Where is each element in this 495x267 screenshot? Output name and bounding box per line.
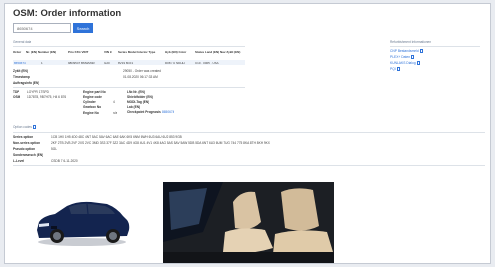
col-order: Order <box>13 50 22 54</box>
rear-seat-back <box>281 188 319 231</box>
color-cell: D08 / U NDHH <box>165 60 185 65</box>
external-link-icon <box>416 61 421 65</box>
cylinder-label: Cylinder <box>83 100 96 104</box>
pqi-link-label: PQI <box>390 67 396 71</box>
l-level-label: L-Level <box>13 159 25 163</box>
order-date-value: 01.08.2020 06:17:33 AM <box>123 75 158 79</box>
car-exterior-image <box>37 201 130 246</box>
pqi-link[interactable]: PQI <box>390 67 401 71</box>
page-title: OSM: Order information <box>13 8 122 19</box>
floor <box>163 252 334 263</box>
divider <box>390 46 480 47</box>
zyklt-label: Zyklt (EN) <box>13 69 28 73</box>
col-number: Nr. (EN) Number (EN) <box>26 50 57 54</box>
series-cell: 8V19 8CF1 <box>118 60 134 65</box>
col-prio: Prio FZG VINT <box>68 50 89 54</box>
external-link-icon <box>419 49 424 53</box>
option-codes-title: Option codes <box>13 125 32 129</box>
rear-rim <box>109 232 117 240</box>
pseudo-option-label: Pseudo option <box>13 147 36 151</box>
non-series-option-value: 2KF 2TB 2VB 2VF 2XS 2VC 3MD 3S3 37F 3Z2 … <box>51 141 270 145</box>
shieldfolder-label: Shieldfolder (EN) <box>127 95 153 99</box>
engine-code-label: Engine code <box>83 95 102 99</box>
status-cell: C10 · 0005 · USA <box>195 60 219 65</box>
external-link-icon <box>411 55 415 59</box>
series-option-value: 1CB 1H0 1H5 4D0 48C 4NT 5AC 5AV 6AC 6AE … <box>51 135 182 139</box>
tdp-label: TDP <box>13 90 20 94</box>
col-color: Hyb (EN) Color <box>165 50 187 54</box>
auftragsinfo-label: Auftragsinfo (EN) <box>13 81 40 85</box>
col-vin: VIN 9 <box>104 50 112 54</box>
non-series-option-label: Non-series option <box>13 141 41 145</box>
checkpoint-link[interactable]: 8650674 <box>162 110 174 114</box>
engine-no-value: n/a <box>113 111 118 115</box>
engine-no-label: Engine No <box>83 111 99 115</box>
external-links-label: Refurbishment Informationen <box>390 40 432 44</box>
l-level-value: CSDB 7 6-11-2020 <box>51 159 78 163</box>
col-status: Status Land (EN) Nav Zyklt (EN) <box>195 50 241 54</box>
car-grille <box>51 226 57 229</box>
gearbox-no-label: Gearbox No <box>83 105 102 109</box>
lnr-label: LNr.Nr. (EN) <box>127 90 145 94</box>
order-cell[interactable]: 8650674 01 <box>14 61 26 65</box>
kunlaks-link[interactable]: KUNLAKS Dialog <box>390 61 421 65</box>
plex-link-label: PLEX+ Daten <box>390 55 411 59</box>
sonderwunsch-label: Sonderwunsch (EN) <box>13 153 44 157</box>
modi-tag-label: MODI-Tag (EN) <box>127 100 150 104</box>
tdp-value: LOYPR 1TSPD <box>27 90 49 94</box>
divider <box>13 165 485 166</box>
option-codes-label: Option codes <box>13 125 37 129</box>
cylinder-value: 4 <box>113 100 115 104</box>
app-window: OSM: Order information Search General da… <box>4 3 491 264</box>
divider <box>13 46 245 47</box>
divider <box>13 132 485 133</box>
vin-cell: G20 <box>104 60 110 65</box>
general-data-label: General data <box>13 40 32 44</box>
car-interior-image <box>163 182 334 263</box>
osm-value: 1D7878, 9B7H75, H4 6 876 <box>27 95 67 99</box>
plex-link[interactable]: PLEX+ Daten <box>390 55 415 59</box>
search-button[interactable]: Search <box>73 23 93 33</box>
front-seat-cushion <box>223 228 273 254</box>
prio-cell: 98D9547 BMWM4R <box>68 60 95 65</box>
cnp-link-label: CNP Bestandsmeld <box>390 49 419 53</box>
external-link-icon <box>32 125 37 129</box>
cnp-link[interactable]: CNP Bestandsmeld <box>390 49 424 53</box>
checkpoint-label: Checkpoint Prognosis <box>127 110 161 114</box>
front-rim <box>53 232 61 240</box>
order-status-value: 29050 - Order was created <box>123 69 161 73</box>
pseudo-option-value: 5GL <box>51 147 58 151</box>
external-link-icon <box>396 67 401 71</box>
lab-label: Lab (EN) <box>127 105 141 109</box>
engine-part-no-label: Engine part No <box>83 90 106 94</box>
kunlaks-link-label: KUNLAKS Dialog <box>390 61 416 65</box>
osm-label: OSM <box>13 95 21 99</box>
series-option-label: Series option <box>13 135 34 139</box>
order-number-input[interactable] <box>13 23 71 33</box>
timestamp-label: Timestamp <box>13 75 30 79</box>
col-series: Series Model Interior Type <box>118 50 156 54</box>
number-cell: 1 <box>41 60 43 65</box>
divider <box>13 87 245 88</box>
